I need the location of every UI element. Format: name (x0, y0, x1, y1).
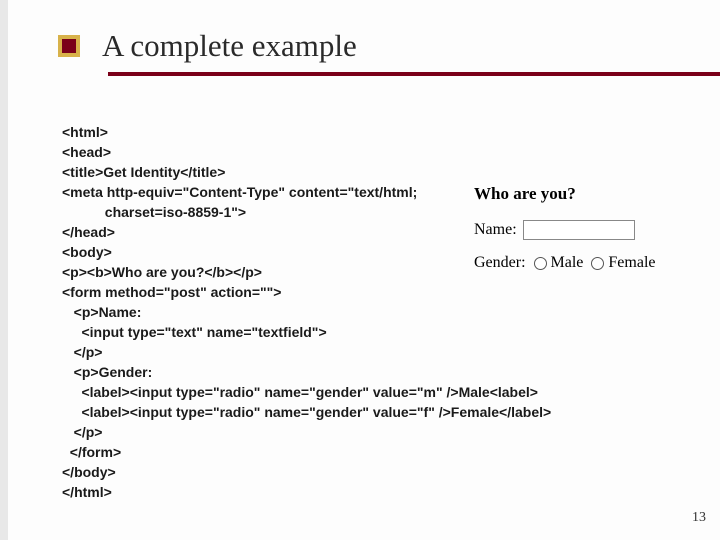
code-line: </head> (62, 224, 115, 240)
slide-title: A complete example (102, 28, 357, 64)
content-area: <html> <head> <title>Get Identity</title… (0, 76, 720, 502)
code-line: charset=iso-8859-1"> (62, 204, 246, 220)
slide-content: A complete example <html> <head> <title>… (0, 0, 720, 540)
code-line: <input type="text" name="textfield"> (62, 324, 327, 340)
code-example: <html> <head> <title>Get Identity</title… (62, 122, 700, 502)
code-line: <p>Gender: (62, 364, 152, 380)
code-line: </form> (62, 444, 121, 460)
code-line: <form method="post" action=""> (62, 284, 281, 300)
code-line: </html> (62, 484, 112, 500)
code-line: <label><input type="radio" name="gender"… (62, 384, 538, 400)
title-bullet-icon (58, 35, 80, 57)
code-line: <head> (62, 144, 111, 160)
code-line: <title>Get Identity</title> (62, 164, 225, 180)
code-line: </p> (62, 424, 102, 440)
code-line: <html> (62, 124, 108, 140)
title-row: A complete example (0, 28, 720, 64)
code-line: <meta http-equiv="Content-Type" content=… (62, 184, 417, 200)
slide-number: 13 (692, 510, 706, 526)
code-line: </p> (62, 344, 102, 360)
code-line: </body> (62, 464, 116, 480)
code-line: <label><input type="radio" name="gender"… (62, 404, 551, 420)
code-line: <p>Name: (62, 304, 141, 320)
code-line: <p><b>Who are you?</b></p> (62, 264, 262, 280)
code-line: <body> (62, 244, 112, 260)
